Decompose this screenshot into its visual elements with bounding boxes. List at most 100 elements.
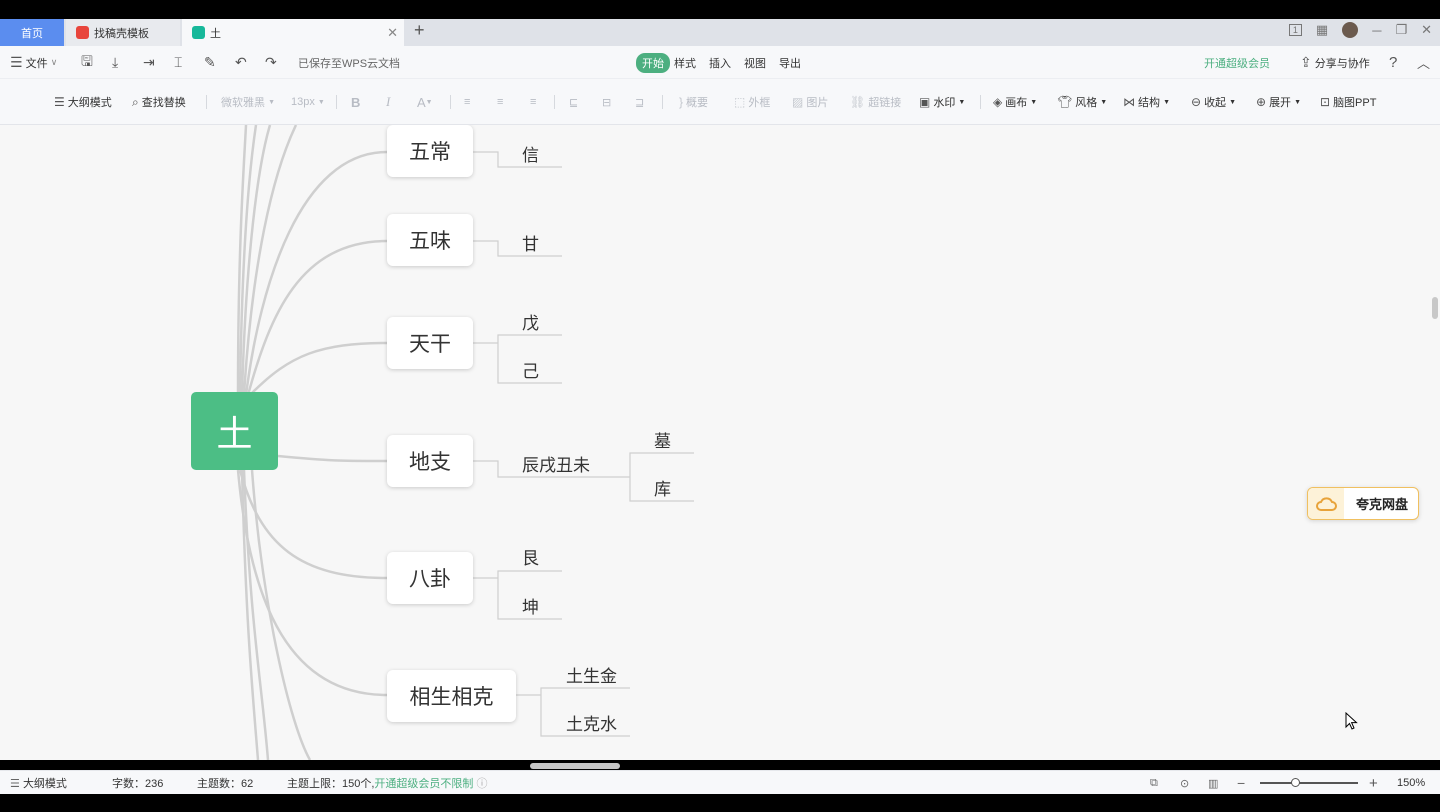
outline-mode-label: 大纲模式 <box>22 778 67 790</box>
new-tab-icon[interactable]: + <box>414 20 425 41</box>
font-color-icon[interactable]: A ▼ <box>417 79 433 125</box>
image-button[interactable]: ▨ 图片 <box>792 79 828 125</box>
minimap-icon[interactable]: ▥ <box>1208 771 1218 795</box>
horizontal-scrollbar[interactable] <box>530 763 620 769</box>
branch-node-xiangsheng[interactable]: 相生相克 <box>387 670 516 722</box>
font-family-select[interactable]: 微软雅黑 ▼ <box>221 79 275 125</box>
leaf-node[interactable]: 土生金 <box>566 662 617 687</box>
tab-style[interactable]: 样式 <box>674 46 696 79</box>
style-button[interactable]: 👕︎ 风格 ▼ <box>1057 79 1107 125</box>
branch-node-bagua[interactable]: 八卦 <box>387 552 473 604</box>
locate-icon[interactable]: ⊙ <box>1180 771 1189 795</box>
status-bar: ☰ 大纲模式 字数：236 主题数：62 主题上限：150个, 开通超级会员不限制… <box>0 770 1440 794</box>
file-menu[interactable]: ☰ 文件 ∨ <box>10 46 57 79</box>
root-node[interactable]: 土 <box>191 392 278 470</box>
divider <box>662 95 663 109</box>
find-replace-button[interactable]: ⌕ 查找替换 <box>132 79 186 125</box>
branch-node-tiangan[interactable]: 天干 <box>387 317 473 369</box>
format-painter-button[interactable]: ⌶ <box>174 46 182 79</box>
avatar[interactable] <box>1342 22 1359 38</box>
collapse-button[interactable]: ⊖ 收起 ▼ <box>1191 79 1236 125</box>
tab-template[interactable]: 找稿壳模板 <box>66 19 180 46</box>
save-button[interactable]: 🖫 <box>81 46 93 79</box>
zoom-slider[interactable] <box>1260 771 1358 795</box>
leaf-node[interactable]: 墓 <box>654 427 671 452</box>
watermark-icon: ▣ <box>919 95 931 109</box>
watermark-button[interactable]: ▣ 水印 ▼ <box>919 79 965 125</box>
export-button[interactable]: ⇥ <box>143 46 155 79</box>
leaf-node[interactable]: 甘 <box>522 230 539 255</box>
collapse-label: 收起 <box>1204 97 1227 109</box>
outline-mode-toggle[interactable]: ☰ 大纲模式 <box>10 771 67 795</box>
summary-button[interactable]: } 概要 <box>679 79 708 125</box>
leaf-node[interactable]: 库 <box>654 475 671 500</box>
expand-label: 展开 <box>1269 97 1292 109</box>
window-layout-icon[interactable]: 1 <box>1288 24 1302 36</box>
tab-view[interactable]: 视图 <box>744 46 766 79</box>
font-size-select[interactable]: 13px ▼ <box>291 79 325 125</box>
redo-button[interactable]: ↷ <box>265 46 277 79</box>
leaf-node[interactable]: 土克水 <box>566 710 617 735</box>
tab-home[interactable]: 首页 <box>0 19 64 46</box>
branch-node-dizhi[interactable]: 地支 <box>387 435 473 487</box>
insert-sibling-icon[interactable]: ⊟ <box>602 79 611 125</box>
tab-export[interactable]: 导出 <box>779 46 801 79</box>
help-icon[interactable]: ? <box>1389 46 1397 79</box>
paint-bucket-icon: ◈ <box>993 95 1003 109</box>
zoom-out-icon[interactable]: − <box>1237 771 1245 795</box>
frame-button[interactable]: ⬚ 外框 <box>734 79 770 125</box>
pen-button[interactable]: ✎ <box>204 46 216 79</box>
leaf-node[interactable]: 信 <box>522 141 539 166</box>
grid-apps-icon[interactable]: ▦ <box>1316 22 1328 38</box>
mindmap-canvas[interactable]: 土 五常 五味 天干 地支 八卦 相生相克 信 甘 戊 己 辰戌丑未 墓 库 艮… <box>0 125 1440 760</box>
zoom-in-icon[interactable]: + <box>1369 771 1378 795</box>
share-button[interactable]: ⇪ 分享与协作 <box>1300 46 1370 79</box>
align-left-icon[interactable]: ≡ <box>464 79 470 125</box>
insert-parent-icon[interactable]: ⊒ <box>635 79 644 125</box>
leaf-node[interactable]: 己 <box>522 357 539 382</box>
redo-icon: ↷ <box>265 54 277 70</box>
restore-icon[interactable]: ❐ <box>1395 22 1407 38</box>
tab-insert[interactable]: 插入 <box>709 46 731 79</box>
structure-button[interactable]: ⋈ 结构 ▼ <box>1123 79 1170 125</box>
vip-unlimited-link[interactable]: 开通超级会员不限制 <box>374 775 473 791</box>
leaf-node[interactable]: 艮 <box>522 544 539 569</box>
frame-icon: ⬚ <box>734 95 746 109</box>
link-icon: ⛓ <box>850 95 866 109</box>
mindmap-ppt-button[interactable]: ⊡ 脑图PPT <box>1320 79 1376 125</box>
insert-child-icon[interactable]: ⊑ <box>569 79 578 125</box>
branch-node-wuwei[interactable]: 五味 <box>387 214 473 266</box>
undo-button[interactable]: ↶ <box>235 46 247 79</box>
plus-circle-icon: ⊕ <box>1256 95 1267 109</box>
share-icon: ⇪ <box>1300 54 1312 70</box>
canvas-button[interactable]: ◈ 画布 ▼ <box>993 79 1037 125</box>
tab-start[interactable]: 开始 <box>636 46 670 79</box>
quark-drive-widget[interactable]: 夸克网盘 <box>1307 487 1419 520</box>
fit-screen-icon[interactable]: ⧉ <box>1150 771 1158 795</box>
tab-document[interactable]: 土 ✕ <box>182 19 404 46</box>
hyperlink-button[interactable]: ⛓ 超链接 <box>850 79 901 125</box>
vertical-scrollbar[interactable] <box>1432 297 1438 319</box>
collapse-ribbon-icon[interactable]: ︿ <box>1417 46 1430 79</box>
expand-button[interactable]: ⊕ 展开 ▼ <box>1256 79 1301 125</box>
align-center-icon[interactable]: ≡ <box>497 79 503 125</box>
close-window-icon[interactable]: ✕ <box>1421 22 1432 38</box>
help-circle-icon[interactable]: ⓘ <box>476 775 487 791</box>
branch-node-wuchang[interactable]: 五常 <box>387 125 473 177</box>
minimize-icon[interactable]: ─ <box>1372 23 1381 38</box>
download-button[interactable]: ⤓ <box>112 46 118 79</box>
outline-mode-button[interactable]: ☰ 大纲模式 <box>54 79 112 125</box>
close-tab-icon[interactable]: ✕ <box>387 25 398 41</box>
align-right-icon[interactable]: ≡ <box>530 79 536 125</box>
leaf-node[interactable]: 戊 <box>522 309 539 334</box>
zoom-level[interactable]: 150% <box>1397 771 1425 795</box>
italic-icon[interactable]: I <box>386 79 390 125</box>
bold-icon[interactable]: B <box>351 79 360 125</box>
hyperlink-label: 超链接 <box>868 97 902 109</box>
mindmap-doc-icon <box>192 26 205 39</box>
leaf-node[interactable]: 坤 <box>522 593 539 618</box>
leaf-node[interactable]: 辰戌丑未 <box>522 451 590 476</box>
zoom-slider-handle[interactable] <box>1291 778 1300 787</box>
save-icon: 🖫 <box>81 52 93 69</box>
vip-link[interactable]: 开通超级会员 <box>1204 46 1270 79</box>
